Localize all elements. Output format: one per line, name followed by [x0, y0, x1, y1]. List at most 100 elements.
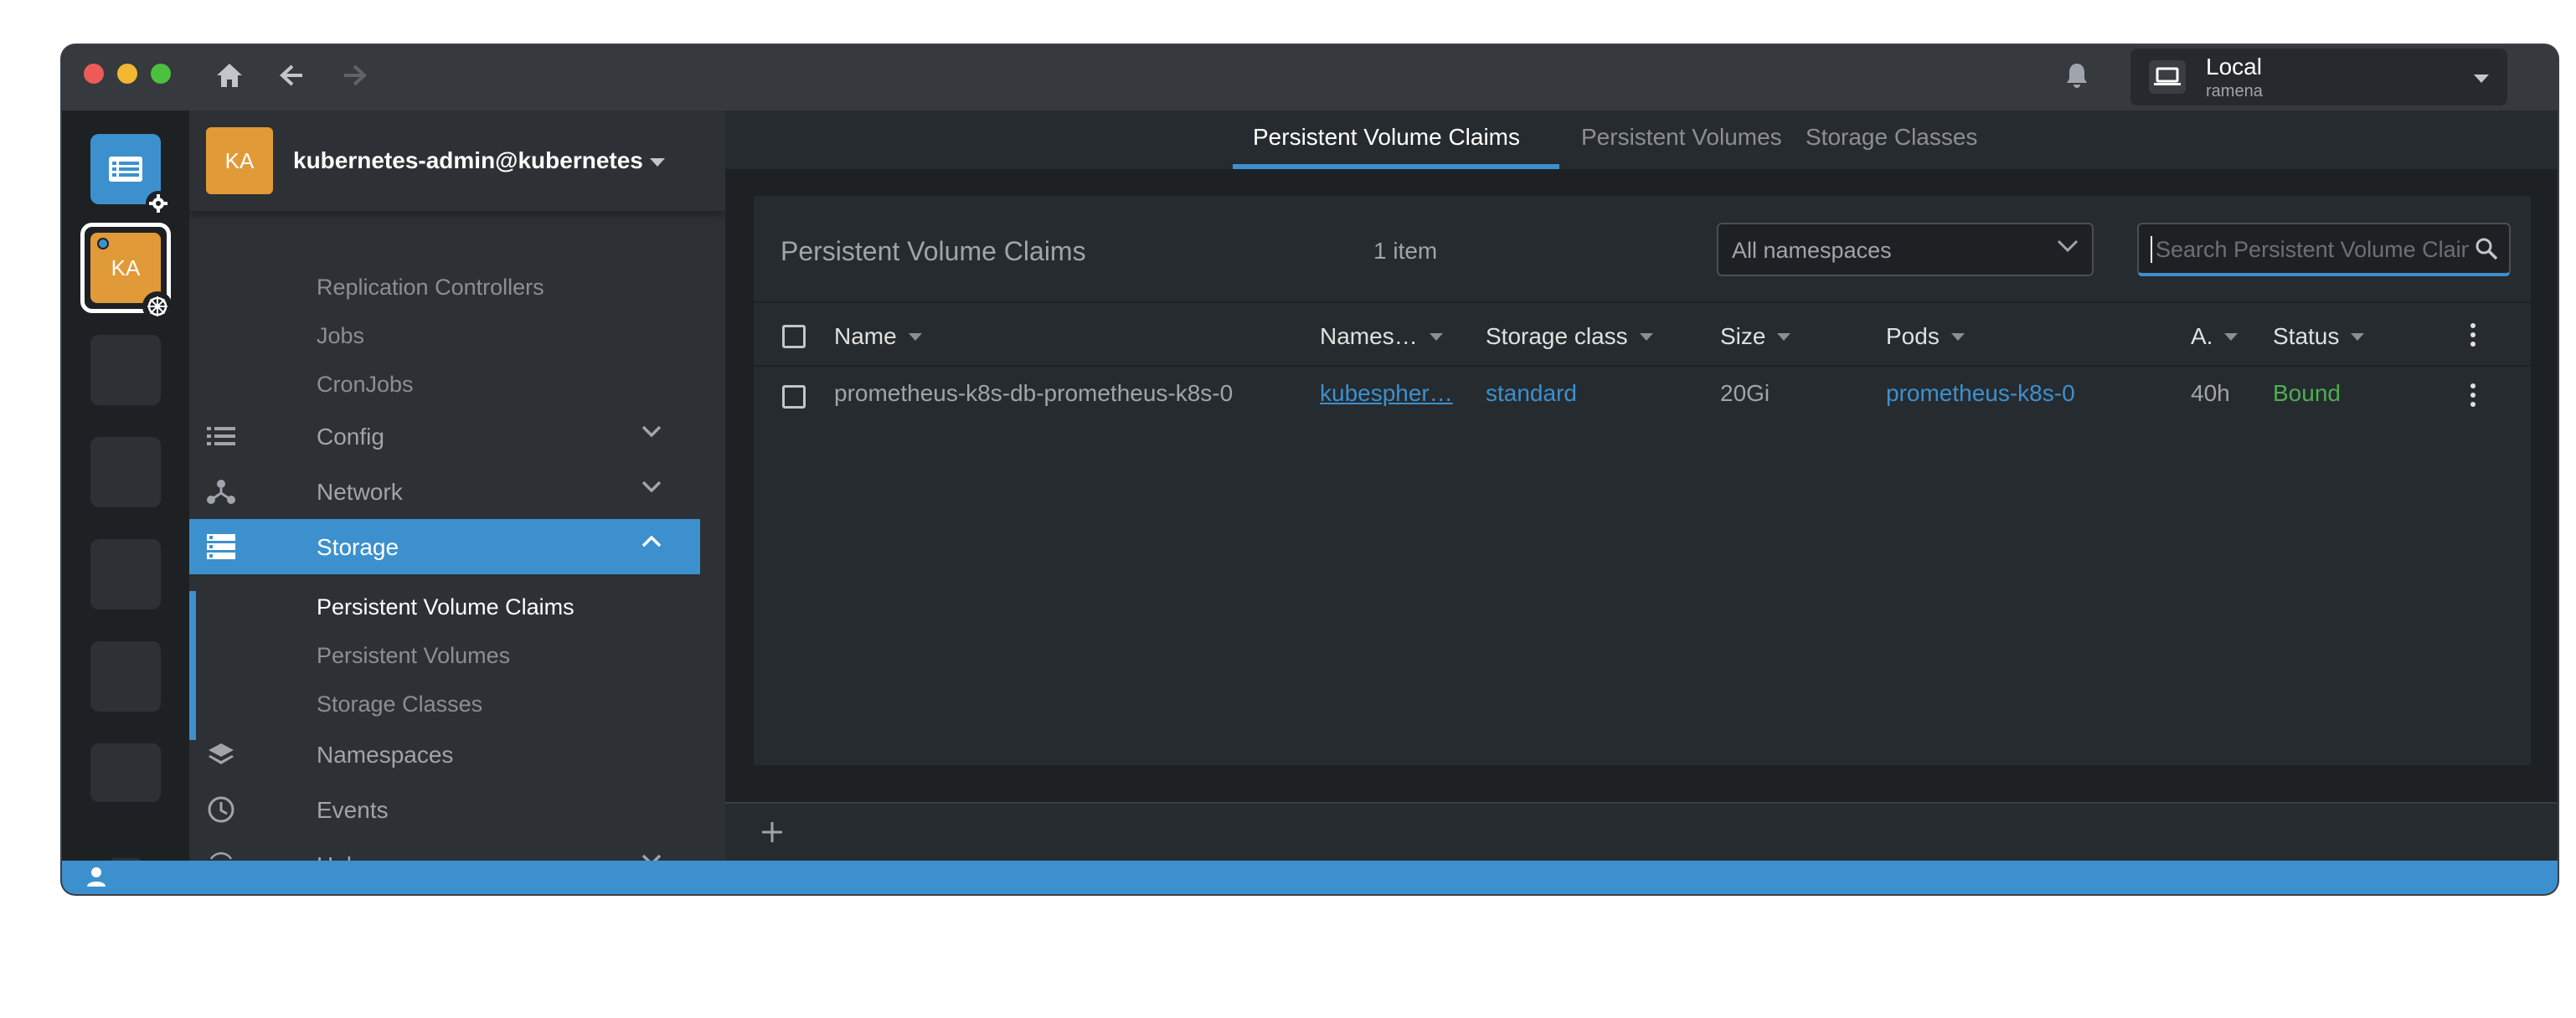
sort-icon	[1950, 332, 1965, 341]
chevron-down-icon	[650, 156, 665, 171]
column-label: Names…	[1320, 323, 1418, 349]
column-header-storage-class[interactable]: Storage class	[1486, 323, 1653, 350]
minimize-window-button[interactable]	[117, 64, 137, 84]
sort-icon	[1429, 332, 1443, 341]
sort-icon	[2224, 332, 2239, 341]
storage-icon	[206, 532, 236, 561]
sidebar-section-label: Namespaces	[317, 742, 454, 768]
app-window: Local ramena KA KA kubernetes-admin@kube…	[62, 45, 2558, 894]
sidebar-section-label: Network	[317, 479, 403, 505]
main-content: Persistent Volume Claims Persistent Volu…	[725, 111, 2558, 861]
kubernetes-wheel-icon	[142, 291, 173, 321]
sidebar-item-persistent-volumes[interactable]: Persistent Volumes	[317, 643, 510, 669]
cluster-status-dot	[97, 238, 109, 249]
catalog-list-icon	[109, 157, 142, 182]
sidebar-section-network[interactable]: Network	[189, 464, 700, 519]
sidebar-item-cronjobs[interactable]: CronJobs	[317, 372, 414, 398]
column-label: A.	[2191, 323, 2213, 349]
cell-pods-link[interactable]: prometheus-k8s-0	[1886, 380, 2075, 407]
column-header-name[interactable]: Name	[834, 323, 922, 350]
cluster-selector[interactable]: Local ramena	[2130, 49, 2507, 105]
row-menu-icon[interactable]	[2460, 378, 2486, 412]
sidebar-section-label: Helm	[317, 852, 371, 861]
tab-persistent-volume-claims[interactable]: Persistent Volume Claims	[1253, 124, 1520, 151]
hotbar: KA 1	[62, 111, 189, 883]
item-count: 1 item	[1373, 238, 1438, 264]
title-bar: Local ramena	[62, 45, 2558, 111]
cell-namespace-link[interactable]: kubespher…	[1320, 380, 1453, 407]
sidebar-section-helm[interactable]: HELM Helm	[189, 837, 700, 861]
sidebar: KA kubernetes-admin@kubernetes Replicati…	[189, 111, 725, 861]
sidebar-section-label: Events	[317, 797, 389, 823]
chevron-down-icon	[2057, 239, 2079, 257]
sidebar-item-replication-controllers[interactable]: Replication Controllers	[317, 275, 544, 301]
clock-icon	[206, 795, 236, 824]
maximize-window-button[interactable]	[151, 64, 171, 84]
storage-group-accent	[189, 591, 196, 740]
column-header-namespace[interactable]: Names…	[1320, 323, 1443, 350]
column-header-status[interactable]: Status	[2273, 323, 2365, 350]
sidebar-section-namespaces[interactable]: Namespaces	[189, 727, 700, 782]
cluster-context: ramena	[2206, 82, 2263, 100]
namespace-select[interactable]: All namespaces	[1717, 223, 2094, 276]
cluster-name: Local	[2206, 54, 2262, 80]
panel-header: Persistent Volume Claims 1 item All name…	[754, 196, 2531, 303]
gear-icon[interactable]	[146, 191, 171, 216]
hotbar-slot[interactable]	[90, 743, 161, 802]
status-bar	[62, 861, 2558, 894]
search-icon[interactable]	[2474, 236, 2499, 265]
select-all-checkbox[interactable]	[782, 325, 806, 348]
cell-age: 40h	[2191, 380, 2230, 406]
back-arrow-icon[interactable]	[275, 59, 308, 92]
active-tab-indicator	[1233, 164, 1559, 169]
dock	[725, 802, 2558, 861]
chevron-down-icon	[641, 854, 662, 861]
column-header-size[interactable]: Size	[1720, 323, 1791, 350]
tab-persistent-volumes[interactable]: Persistent Volumes	[1581, 124, 1782, 151]
layers-icon	[206, 740, 236, 769]
tab-bar: Persistent Volume Claims Persistent Volu…	[725, 111, 2558, 169]
search-box	[2137, 223, 2511, 276]
user-icon[interactable]	[85, 866, 107, 892]
sort-icon	[908, 332, 922, 341]
namespace-select-value: All namespaces	[1732, 238, 1892, 263]
column-header-age[interactable]: A.	[2191, 323, 2239, 350]
table-row[interactable]: prometheus-k8s-db-prometheus-k8s-0 kubes…	[754, 367, 2531, 422]
column-label: Pods	[1886, 323, 1940, 349]
home-icon[interactable]	[213, 59, 246, 92]
close-window-button[interactable]	[84, 64, 104, 84]
forward-arrow-icon[interactable]	[338, 59, 372, 92]
hotbar-slot[interactable]	[90, 437, 161, 507]
column-label: Name	[834, 323, 897, 349]
sidebar-section-storage[interactable]: Storage	[189, 519, 700, 574]
notification-bell-icon[interactable]	[2060, 59, 2094, 92]
column-menu-icon[interactable]	[2460, 318, 2486, 352]
sidebar-section-events[interactable]: Events	[189, 782, 700, 837]
sidebar-item-jobs[interactable]: Jobs	[317, 323, 364, 349]
sidebar-item-persistent-volume-claims[interactable]: Persistent Volume Claims	[317, 594, 574, 620]
search-input[interactable]	[2151, 236, 2469, 263]
row-checkbox[interactable]	[782, 385, 806, 409]
sort-icon	[1639, 332, 1653, 341]
chevron-down-icon	[641, 481, 662, 496]
cluster-header[interactable]: KA kubernetes-admin@kubernetes	[189, 111, 725, 211]
sidebar-section-config[interactable]: Config	[189, 409, 700, 464]
cell-storage-class-link[interactable]: standard	[1486, 380, 1577, 407]
table-header: Name Names… Storage class Size Pods A. S…	[754, 305, 2531, 367]
laptop-icon	[2149, 60, 2186, 94]
column-header-pods[interactable]: Pods	[1886, 323, 1965, 350]
sidebar-section-label: Storage	[317, 534, 399, 560]
hotbar-slot[interactable]	[90, 539, 161, 609]
sidebar-item-storage-classes[interactable]: Storage Classes	[317, 692, 482, 717]
chevron-down-icon	[2474, 72, 2489, 87]
hotbar-slot[interactable]	[90, 335, 161, 405]
hotbar-slot[interactable]	[90, 641, 161, 712]
helm-icon: HELM	[206, 851, 236, 861]
network-icon	[206, 477, 236, 506]
sort-icon	[2351, 332, 2365, 341]
plus-icon[interactable]	[755, 815, 789, 849]
cell-name: prometheus-k8s-db-prometheus-k8s-0	[834, 380, 1234, 406]
chevron-down-icon	[641, 425, 662, 441]
column-label: Storage class	[1486, 323, 1628, 349]
tab-storage-classes[interactable]: Storage Classes	[1806, 124, 1977, 151]
